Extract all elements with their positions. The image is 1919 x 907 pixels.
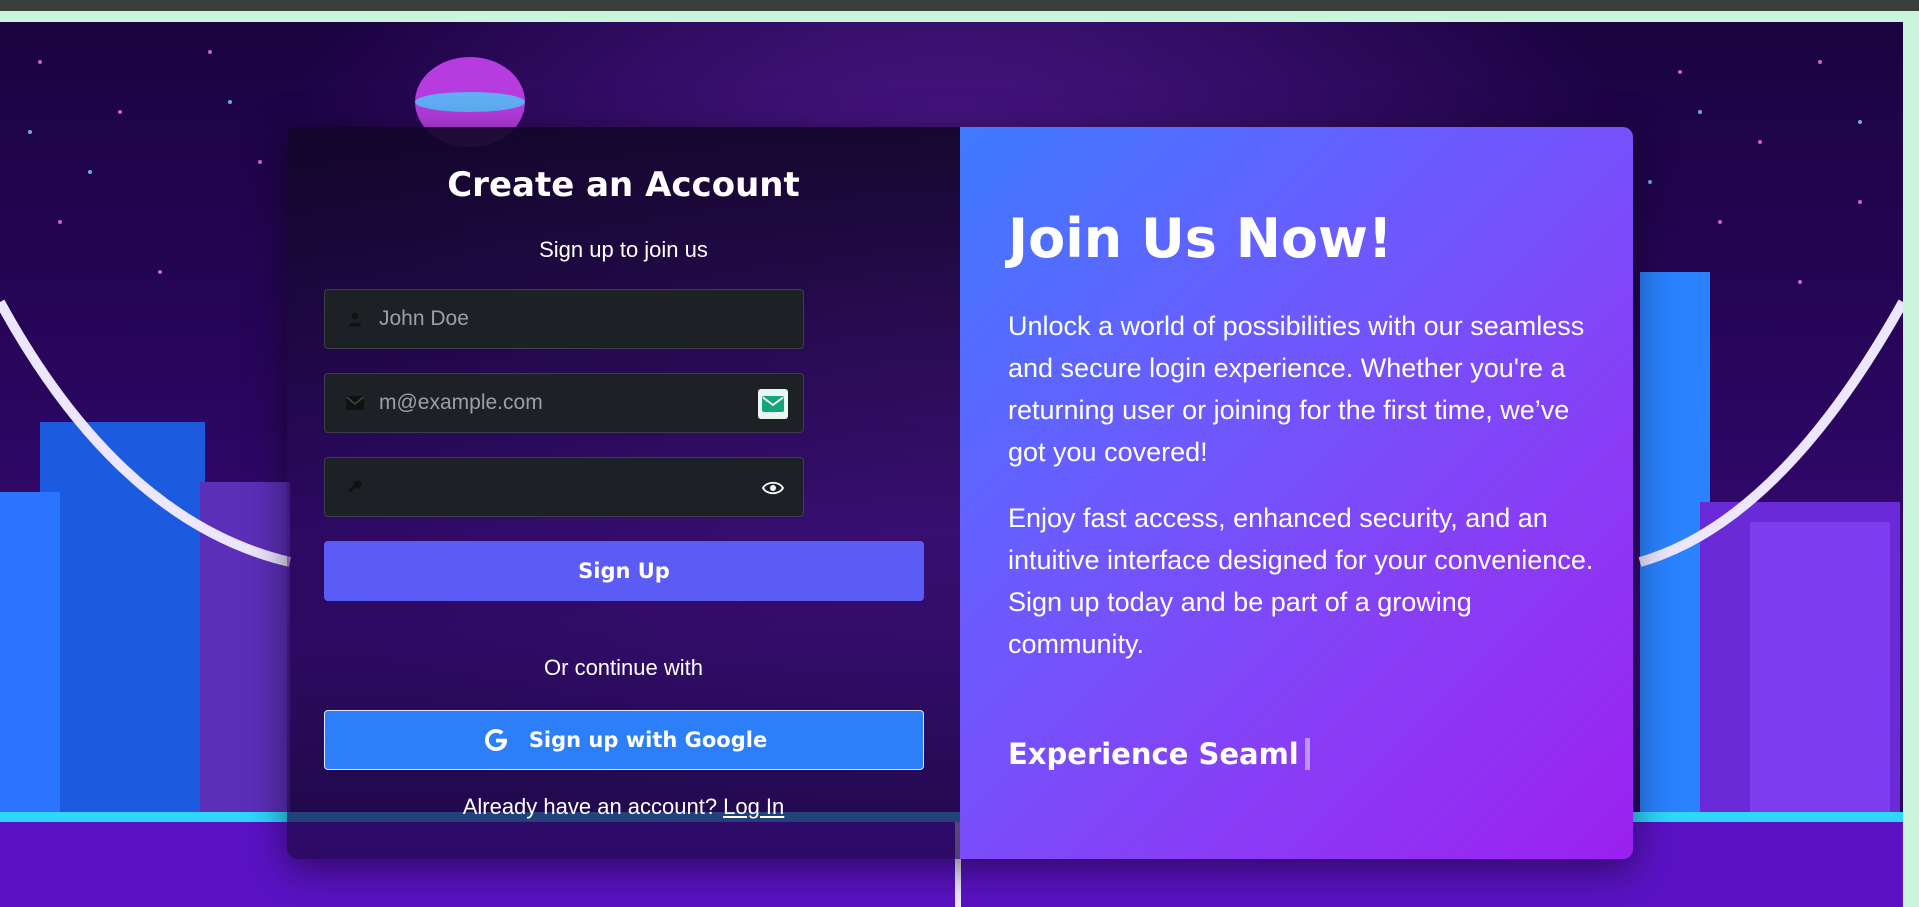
promo-panel: Join Us Now! Unlock a world of possibili… [960, 127, 1633, 859]
promo-paragraph-1: Unlock a world of possibilities with our… [1008, 311, 1585, 467]
name-input[interactable] [379, 299, 709, 339]
form-title: Create an Account [447, 165, 800, 205]
name-field-container [324, 289, 804, 349]
signup-form-panel: Create an Account Sign up to join us Joh… [287, 127, 960, 859]
typing-caret [1304, 738, 1310, 770]
password-input[interactable] [379, 467, 709, 507]
google-icon [481, 725, 511, 755]
browser-top-strip [0, 0, 1919, 11]
google-signup-button[interactable]: Sign up with Google [324, 710, 924, 770]
key-icon [345, 477, 365, 497]
signup-card: Create an Account Sign up to join us Joh… [287, 127, 1633, 859]
temp-mail-icon[interactable] [757, 388, 789, 420]
typing-text: Experience Seaml [1008, 737, 1299, 771]
promo-title: Join Us Now! [1008, 207, 1393, 270]
envelope-icon [345, 393, 365, 413]
sign-up-button[interactable]: Sign Up [324, 541, 924, 601]
divider-text: Or continue with [544, 655, 703, 680]
background-scene: Create an Account Sign up to join us Joh… [0, 22, 1903, 907]
login-link[interactable]: Log In [723, 794, 784, 819]
form-subtitle: Sign up to join us [539, 237, 708, 262]
google-button-label: Sign up with Google [528, 728, 768, 752]
typing-headline: Experience Seaml [1008, 737, 1310, 771]
user-icon [345, 309, 365, 329]
login-prompt-text: Already have an account? [462, 794, 718, 819]
promo-paragraph-2: Enjoy fast access, enhanced security, an… [1008, 503, 1594, 659]
password-field-container [324, 457, 804, 517]
email-field-container [324, 373, 804, 433]
login-prompt-row: Already have an account? Log In [287, 794, 960, 820]
email-input[interactable] [379, 383, 709, 423]
eye-icon[interactable] [757, 472, 789, 504]
